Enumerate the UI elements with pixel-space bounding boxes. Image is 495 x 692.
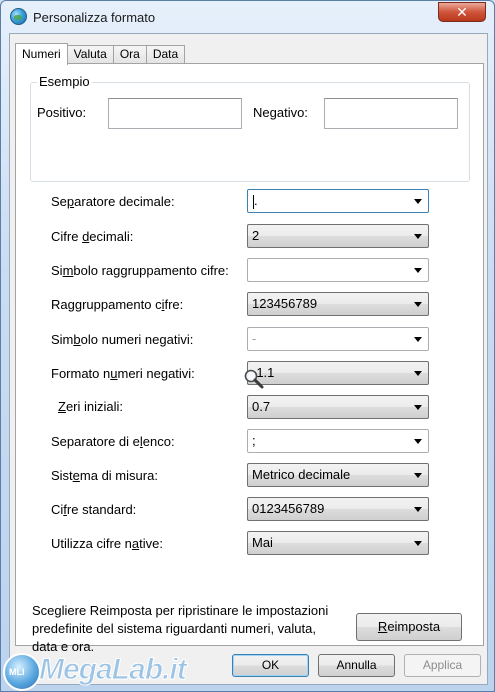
chevron-down-icon[interactable]	[414, 439, 422, 444]
megalab-watermark: MLI MegaLab.it	[1, 641, 201, 692]
negative-format-dropdown[interactable]: -1.1	[247, 361, 429, 385]
magnifier-cursor-icon	[244, 369, 264, 389]
negative-example-field	[324, 98, 458, 129]
measurement-system-dropdown[interactable]: Metrico decimale	[247, 463, 429, 487]
negative-format-label: Formato numeri negativi:	[51, 366, 195, 381]
ok-button[interactable]: OK	[232, 654, 309, 677]
reset-button[interactable]: Reimposta	[356, 613, 462, 641]
chevron-down-icon[interactable]	[414, 541, 422, 546]
window-title: Personalizza formato	[33, 10, 156, 25]
list-separator-value: ;	[252, 433, 256, 448]
chevron-down-icon[interactable]	[414, 268, 422, 273]
list-separator-label: Separatore di elenco:	[51, 434, 175, 449]
decimal-digits-label: Cifre decimali:	[51, 229, 134, 244]
leading-zeros-value: 0.7	[252, 399, 271, 414]
standard-digits-dropdown[interactable]: 0123456789	[247, 497, 429, 521]
list-separator-combo[interactable]: ;	[247, 429, 429, 453]
standard-digits-label: Cifre standard:	[51, 502, 137, 517]
leading-zeros-dropdown[interactable]: 0.7	[247, 395, 429, 419]
chevron-down-icon[interactable]	[414, 371, 422, 376]
decimal-separator-combo[interactable]: .	[247, 189, 429, 213]
tab-ora[interactable]: Ora	[112, 45, 147, 64]
positive-example-field	[108, 98, 242, 129]
dialog-window: Personalizza formato ✕ Numeri Valuta Ora…	[0, 0, 495, 692]
dialog-client-area: Numeri Valuta Ora Data Esempio Positivo:…	[9, 33, 488, 685]
chevron-down-icon[interactable]	[414, 507, 422, 512]
apply-button[interactable]: Applica	[404, 654, 481, 677]
native-digits-dropdown[interactable]: Mai	[247, 531, 429, 555]
tab-strip: Numeri Valuta Ora Data	[15, 43, 186, 65]
decimal-digits-dropdown[interactable]: 2	[247, 224, 429, 248]
digit-grouping-label: Raggruppamento cifre:	[51, 297, 184, 312]
standard-digits-value: 0123456789	[252, 501, 325, 516]
decimal-separator-label: Separatore decimale:	[51, 194, 175, 209]
watermark-text: MegaLab.it	[39, 653, 188, 687]
native-digits-value: Mai	[252, 535, 273, 550]
close-icon: ✕	[456, 4, 468, 20]
tab-valuta[interactable]: Valuta	[66, 45, 114, 64]
grouping-symbol-label: Simbolo raggruppamento cifre:	[51, 263, 229, 278]
chevron-down-icon[interactable]	[414, 302, 422, 307]
native-digits-label: Utilizza cifre native:	[51, 536, 163, 551]
measurement-system-label: Sistema di misura:	[51, 468, 158, 483]
decimal-digits-value: 2	[252, 228, 260, 243]
negative-label: Negativo:	[253, 105, 308, 120]
chevron-down-icon[interactable]	[414, 337, 422, 342]
negative-sign-combo[interactable]: -	[247, 327, 429, 351]
chevron-down-icon[interactable]	[414, 199, 422, 204]
measurement-system-value: Metrico decimale	[252, 467, 351, 482]
tab-panel-numeri: Esempio Positivo: Negativo: Separatore d…	[15, 63, 484, 654]
digit-grouping-value: 123456789	[252, 296, 318, 311]
chevron-down-icon[interactable]	[414, 405, 422, 410]
cancel-button[interactable]: Annulla	[318, 654, 395, 677]
negative-sign-value: -	[252, 331, 257, 346]
tab-numeri[interactable]: Numeri	[15, 43, 68, 65]
close-button[interactable]: ✕	[438, 2, 486, 22]
chevron-down-icon[interactable]	[414, 473, 422, 478]
title-bar[interactable]: Personalizza formato ✕	[1, 1, 494, 33]
grouping-symbol-combo[interactable]	[247, 258, 429, 282]
example-group-title: Esempio	[37, 74, 92, 89]
leading-zeros-label: Zeri iniziali:	[58, 399, 124, 414]
digit-grouping-dropdown[interactable]: 123456789	[247, 292, 429, 316]
positive-label: Positivo:	[37, 105, 87, 120]
example-group: Esempio Positivo: Negativo:	[30, 74, 470, 182]
negative-sign-label: Simbolo numeri negativi:	[51, 332, 194, 347]
decimal-separator-value: .	[254, 193, 258, 208]
tab-data[interactable]: Data	[145, 45, 186, 64]
chevron-down-icon[interactable]	[414, 234, 422, 239]
globe-icon	[10, 8, 27, 25]
